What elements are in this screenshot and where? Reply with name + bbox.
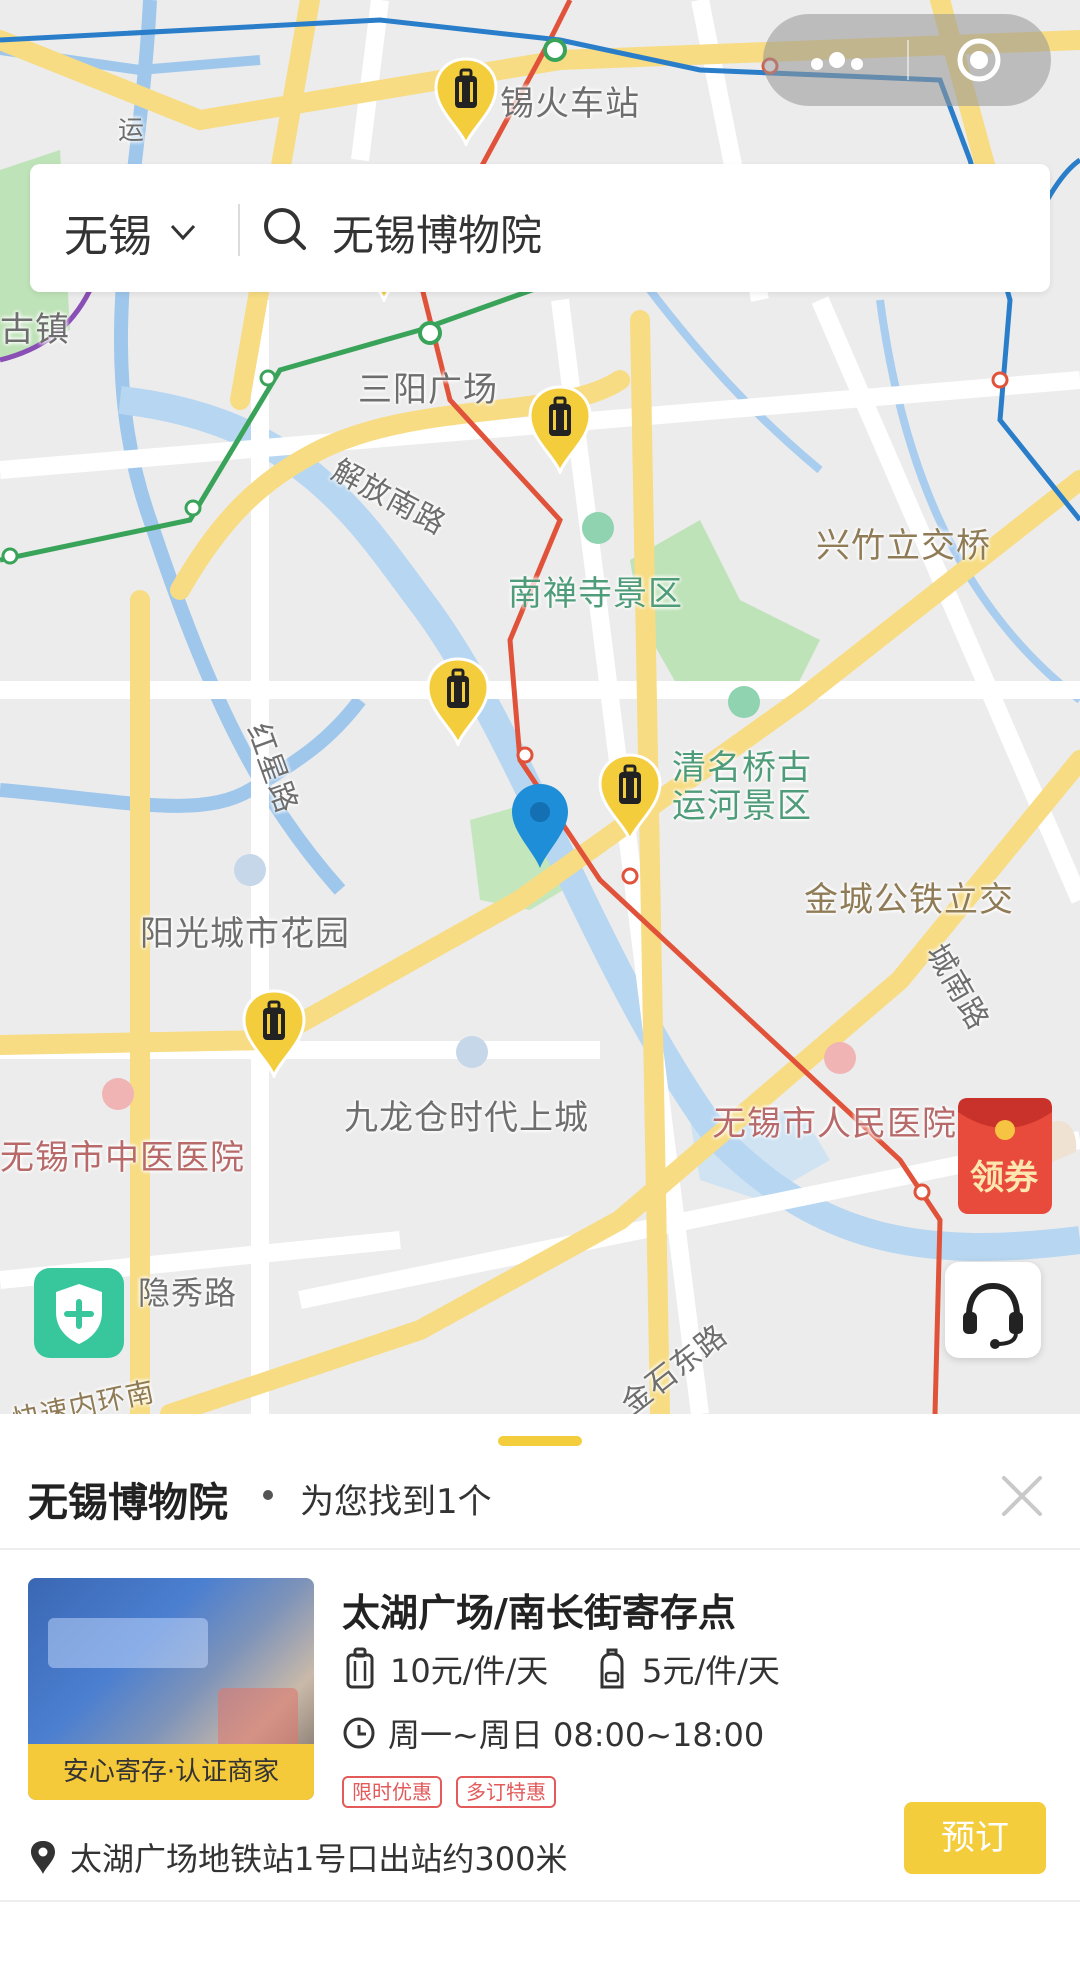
map-label-xingzhu: 兴竹立交桥 xyxy=(816,526,991,566)
search-bar: 无锡 无锡博物院 xyxy=(30,164,1050,292)
headset-icon xyxy=(963,1282,1023,1349)
map-label-jincheng: 金城公铁立交 xyxy=(804,880,1014,920)
luggage-pin[interactable] xyxy=(526,384,594,477)
target-circle-icon[interactable] xyxy=(955,36,1003,84)
verified-badge: 安心寄存·认证商家 xyxy=(28,1744,314,1800)
thumbnail-detail xyxy=(48,1618,208,1668)
store-address: 太湖广场地铁站1号口出站约300米 xyxy=(28,1834,567,1880)
map-label-nanchan: 南禅寺景区 xyxy=(508,574,683,614)
search-input[interactable]: 无锡博物院 xyxy=(332,202,542,263)
suitcase-icon xyxy=(346,1647,374,1689)
map-label-yangguang: 阳光城市花园 xyxy=(140,914,350,954)
location-marker-icon xyxy=(31,1841,55,1874)
store-name[interactable]: 太湖广场/南长街寄存点 xyxy=(342,1582,736,1637)
address-text: 太湖广场地铁站1号口出站约300米 xyxy=(70,1840,568,1878)
safety-shield-button[interactable] xyxy=(34,1268,124,1358)
close-icon[interactable] xyxy=(998,1472,1046,1520)
map-label-railway-station: 锡火车站 xyxy=(500,84,640,124)
city-label: 无锡 xyxy=(64,211,152,262)
price-luggage-text: 10元/件/天 xyxy=(390,1652,549,1690)
customer-service-button[interactable] xyxy=(945,1262,1041,1358)
backpack-icon xyxy=(600,1648,624,1689)
hours-text: 周一~周日 08:00~18:00 xyxy=(388,1716,765,1754)
map-label-tcm-hospital: 无锡市中医医院 xyxy=(0,1138,245,1178)
controls-divider xyxy=(907,40,909,80)
opening-hours: 周一~周日 08:00~18:00 xyxy=(342,1710,764,1756)
map-label-yinxiu-road: 隐秀路 xyxy=(138,1274,238,1312)
promo-tag: 限时优惠 xyxy=(342,1776,442,1808)
promo-tag: 多订特惠 xyxy=(456,1776,556,1808)
more-dots-icon[interactable] xyxy=(811,52,869,74)
panel-title: 无锡博物院 xyxy=(28,1480,228,1526)
chevron-down-icon xyxy=(170,224,196,241)
map-label-old-town: 古镇 xyxy=(0,310,70,350)
price-bag-text: 5元/件/天 xyxy=(642,1652,780,1690)
luggage-pin[interactable] xyxy=(424,656,492,749)
drag-handle[interactable] xyxy=(498,1436,582,1446)
luggage-pin[interactable] xyxy=(432,56,500,149)
result-count: 为您找到1个 xyxy=(300,1482,492,1522)
thumbnail-detail xyxy=(218,1688,298,1748)
clock-icon xyxy=(343,1717,375,1749)
map-label-jiulongcang: 九龙仓时代上城 xyxy=(344,1098,589,1138)
map-label-renmin-hospital: 无锡市人民医院 xyxy=(712,1104,957,1144)
search-icon xyxy=(264,208,306,250)
divider xyxy=(0,1900,1080,1902)
price-bag: 5元/件/天 xyxy=(594,1646,780,1692)
results-panel: 无锡博物院 为您找到1个 安心寄存·认证商家 太湖广场/南长街寄存点 10元/件… xyxy=(0,1414,1080,1986)
store-thumbnail: 安心寄存·认证商家 xyxy=(28,1578,314,1800)
coupon-button[interactable]: 领券 xyxy=(948,1092,1080,1220)
map-label-sanyang: 三阳广场 xyxy=(358,370,498,410)
map-view[interactable]: 锡火车站 古镇 运 三阳广场 解放南路 南禅寺景区 兴竹立交桥 清名桥古 运河景… xyxy=(0,0,1080,1414)
mini-program-controls xyxy=(763,14,1051,106)
city-selector[interactable]: 无锡 xyxy=(64,200,198,264)
book-button[interactable]: 预订 xyxy=(904,1802,1046,1874)
divider xyxy=(0,1548,1080,1550)
price-luggage: 10元/件/天 xyxy=(342,1646,548,1692)
luggage-pin[interactable] xyxy=(596,752,664,845)
coupon-label: 领券 xyxy=(970,1158,1038,1198)
map-label-canal: 运 xyxy=(118,116,146,146)
location-pin-icon[interactable] xyxy=(506,780,574,870)
luggage-pin[interactable] xyxy=(240,988,308,1081)
map-label-qingming-2: 运河景区 xyxy=(672,786,812,826)
separator-dot xyxy=(263,1490,273,1500)
search-divider xyxy=(238,204,240,256)
shield-plus-icon xyxy=(56,1284,102,1344)
